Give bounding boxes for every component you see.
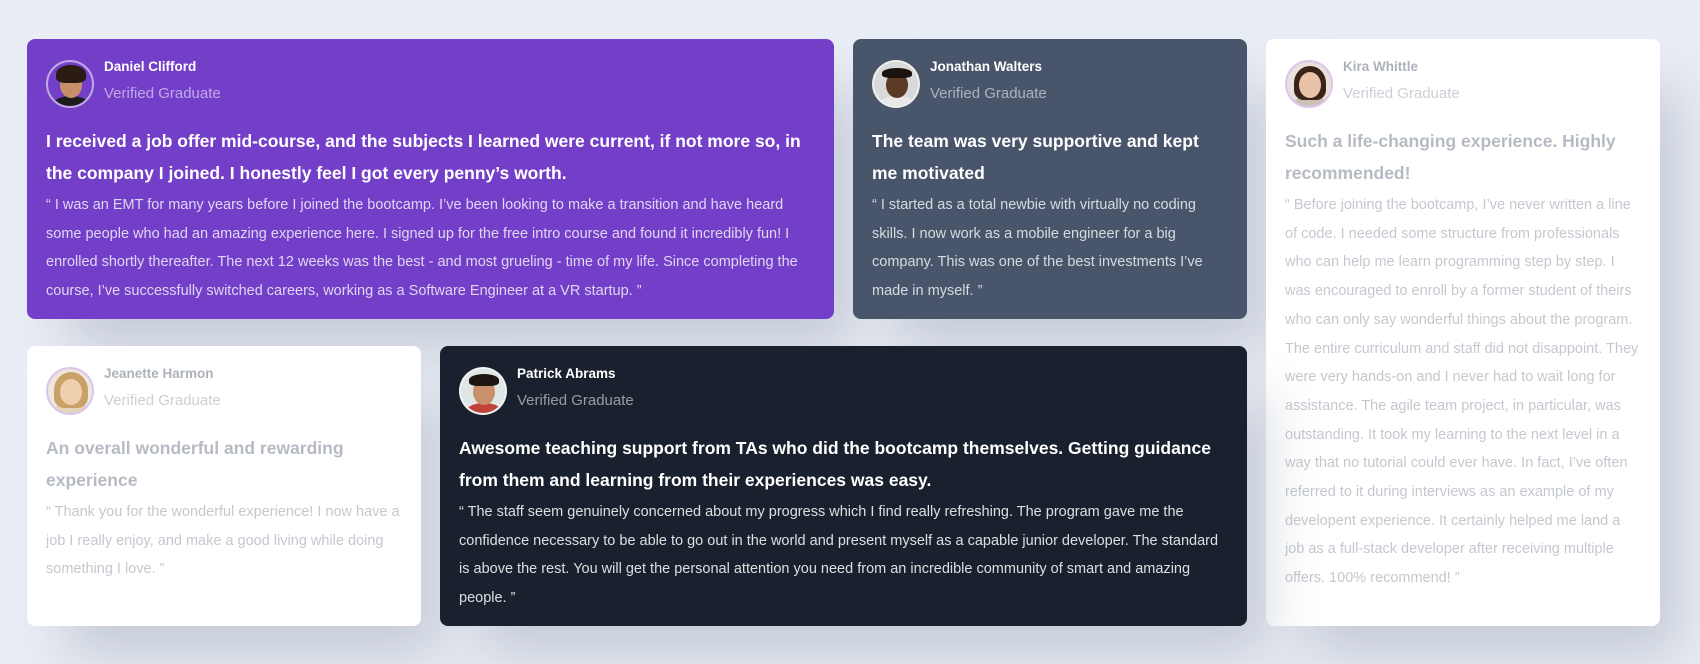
card-header: Jonathan Walters Verified Graduate: [872, 59, 1228, 108]
testimonial-quote: “ Before joining the bootcamp, I’ve neve…: [1285, 197, 1639, 587]
avatar-face: [60, 379, 82, 405]
avatar: [46, 60, 94, 108]
author-name: Patrick Abrams: [517, 366, 616, 381]
author-name: Kira Whittle: [1343, 59, 1419, 74]
avatar: [459, 367, 507, 415]
avatar-face: [1299, 72, 1321, 98]
testimonial-headline: Such a life-changing experience. Highly …: [1285, 131, 1616, 183]
avatar: [1285, 60, 1333, 108]
testimonial-headline: I received a job offer mid-course, and t…: [46, 131, 801, 183]
testimonial-card-kira: Kira Whittle Verified Graduate Such a li…: [1266, 39, 1660, 626]
testimonial-headline: Awesome teaching support from TAs who di…: [459, 438, 1211, 490]
testimonial-card-patrick: Patrick Abrams Verified Graduate Awesome…: [440, 346, 1247, 626]
author-role: Verified Graduate: [1343, 85, 1460, 102]
card-header: Jeanette Harmon Verified Graduate: [46, 366, 402, 415]
testimonials-grid: Daniel Clifford Verified Graduate I rece…: [27, 39, 1661, 626]
testimonial-card-jonathan: Jonathan Walters Verified Graduate The t…: [853, 39, 1247, 319]
testimonial-card-jeanette: Jeanette Harmon Verified Graduate An ove…: [27, 346, 421, 626]
avatar: [872, 60, 920, 108]
avatar-hair: [469, 374, 499, 386]
avatar-hair: [882, 68, 912, 78]
testimonial-quote: “ I was an EMT for many years before I j…: [46, 197, 798, 300]
author-role: Verified Graduate: [104, 392, 221, 409]
testimonial-quote: “ I started as a total newbie with virtu…: [872, 197, 1203, 300]
testimonial-headline: The team was very supportive and kept me…: [872, 131, 1199, 183]
author-name: Jonathan Walters: [930, 59, 1043, 74]
testimonial-headline: An overall wonderful and rewarding exper…: [46, 438, 344, 490]
testimonial-quote: “ Thank you for the wonderful experience…: [46, 504, 400, 578]
avatar: [46, 367, 94, 415]
author-role: Verified Graduate: [104, 85, 221, 102]
author-role: Verified Graduate: [517, 392, 634, 409]
author-name: Daniel Clifford: [104, 59, 197, 74]
card-header: Patrick Abrams Verified Graduate: [459, 366, 1228, 415]
avatar-hair: [56, 65, 86, 83]
testimonial-card-daniel: Daniel Clifford Verified Graduate I rece…: [27, 39, 834, 319]
card-header: Kira Whittle Verified Graduate: [1285, 59, 1641, 108]
card-header: Daniel Clifford Verified Graduate: [46, 59, 815, 108]
author-role: Verified Graduate: [930, 85, 1047, 102]
testimonial-quote: “ The staff seem genuinely concerned abo…: [459, 504, 1219, 607]
author-name: Jeanette Harmon: [104, 366, 214, 381]
